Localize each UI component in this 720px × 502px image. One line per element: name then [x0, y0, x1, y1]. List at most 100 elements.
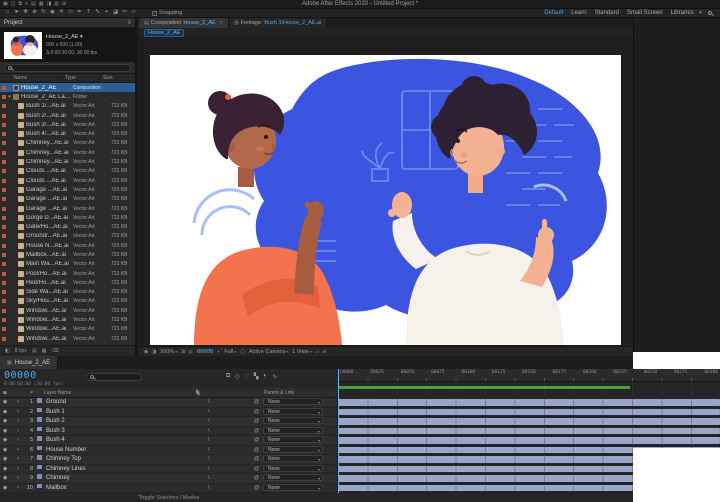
pickwhip-icon[interactable]: @	[254, 427, 259, 437]
timeline-layer-row[interactable]: ◉›6House Number\@None▾	[0, 446, 720, 456]
menu-icon[interactable]: ≡	[25, 2, 28, 7]
workspace-default[interactable]: Default	[544, 10, 563, 16]
layer-expander-icon[interactable]: ›	[17, 427, 19, 437]
layer-name[interactable]: House Number	[46, 446, 86, 456]
layer-color-chip[interactable]	[37, 436, 42, 441]
label-color-chip[interactable]	[2, 234, 6, 238]
label-color-chip[interactable]	[2, 327, 6, 331]
label-color-chip[interactable]	[2, 197, 6, 201]
layer-duration-bar[interactable]	[338, 409, 720, 416]
current-frame-counter[interactable]: 00000	[4, 370, 37, 381]
layer-expander-icon[interactable]: ›	[17, 417, 19, 427]
label-color-chip[interactable]	[2, 169, 6, 173]
comp-mini-flowchart-icon[interactable]: ⧉	[226, 373, 230, 380]
layer-duration-bar[interactable]	[338, 399, 720, 406]
project-row[interactable]: Chimney...AE.aiVector Art723 KB	[0, 139, 135, 148]
visibility-eye-icon[interactable]: ◉	[3, 408, 7, 418]
workspace-libraries[interactable]: Libraries	[671, 10, 694, 16]
visibility-eye-icon[interactable]: ◉	[3, 474, 7, 484]
pickwhip-icon[interactable]: @	[254, 417, 259, 427]
eraser-tool-icon[interactable]: ◪	[111, 10, 120, 16]
draft-3d-icon[interactable]: ◇	[235, 373, 240, 380]
visibility-eye-icon[interactable]: ◉	[3, 465, 7, 475]
parent-link-dropdown[interactable]: None▾	[263, 427, 323, 434]
project-row[interactable]: Mailbox...AE.aiVector Art723 KB	[0, 250, 135, 259]
project-row[interactable]: Window...AE.aiVector Art723 KB	[0, 334, 135, 343]
layer-name-column[interactable]: Layer Name	[44, 388, 71, 398]
parent-link-dropdown[interactable]: None▾	[263, 436, 323, 443]
label-color-chip[interactable]	[2, 262, 6, 266]
layer-track[interactable]	[338, 427, 720, 437]
expander-icon[interactable]: ▾	[6, 94, 13, 100]
layer-expander-icon[interactable]: ›	[17, 436, 19, 446]
quality-switch-icon[interactable]: \	[208, 408, 210, 418]
pen-tool-icon[interactable]: ✒	[75, 10, 84, 16]
project-row[interactable]: Pool/Ho...AE.aiVector Art723 KB	[0, 269, 135, 278]
workspace-search-icon[interactable]	[708, 11, 712, 15]
layer-expander-icon[interactable]: ›	[17, 474, 19, 484]
layer-track[interactable]	[338, 436, 720, 446]
split-icon[interactable]: ◨	[46, 2, 51, 7]
parent-link-dropdown[interactable]: None▾	[263, 474, 323, 481]
project-row[interactable]: Gate/Ho...AE.aiVector Art723 KB	[0, 222, 135, 231]
layer-name[interactable]: Bush 3	[46, 427, 65, 437]
preview-caret-icon[interactable]: ▾	[80, 34, 83, 40]
label-color-chip[interactable]	[2, 86, 6, 90]
parent-link-dropdown[interactable]: None▾	[263, 398, 323, 405]
layer-name[interactable]: Chimney Lines	[46, 465, 86, 475]
window-layout-icon[interactable]: ◫	[11, 2, 16, 7]
label-color-chip[interactable]	[2, 179, 6, 183]
view-layout-dropdown[interactable]: 1 View▾	[292, 349, 311, 355]
layer-duration-bar[interactable]	[338, 428, 720, 435]
graph-editor-icon[interactable]: ∿	[272, 373, 277, 380]
visibility-eye-icon[interactable]: ◉	[3, 417, 7, 427]
layer-expander-icon[interactable]: ›	[17, 408, 19, 418]
pickwhip-icon[interactable]: @	[254, 408, 259, 418]
pickwhip-icon[interactable]: @	[254, 436, 259, 446]
project-row[interactable]: Window...AE.aiVector Art723 KB	[0, 325, 135, 334]
quality-switch-icon[interactable]: \	[208, 465, 210, 475]
label-color-chip[interactable]	[2, 216, 6, 220]
panel-icon[interactable]: ▦	[39, 2, 44, 7]
project-row[interactable]: Bush 3/...AE.aiVector Art723 KB	[0, 120, 135, 129]
parent-link-dropdown[interactable]: None▾	[263, 446, 323, 453]
layer-color-chip[interactable]	[37, 455, 42, 460]
layer-duration-bar[interactable]	[338, 418, 720, 425]
grid-guides-icon[interactable]: ⊞	[181, 349, 185, 355]
motion-blur-icon[interactable]: ◐	[263, 373, 267, 380]
layer-name[interactable]: Ground	[46, 398, 66, 408]
layer-track[interactable]	[338, 408, 720, 418]
timeline-layer-row[interactable]: ◉›8Chimney Lines\@None▾	[0, 465, 720, 475]
label-color-chip[interactable]	[2, 272, 6, 276]
visibility-eye-icon[interactable]: ◉	[3, 427, 7, 437]
layer-color-chip[interactable]	[37, 417, 42, 422]
quality-switch-icon[interactable]: \	[208, 484, 210, 494]
parent-link-column[interactable]: Parent & Link	[264, 388, 294, 398]
resolution-dropdown[interactable]: Full▾	[224, 349, 236, 355]
project-row[interactable]: Red/Ho...AE.aiVector Art723 KB	[0, 278, 135, 287]
layer-color-chip[interactable]	[37, 398, 42, 403]
home-icon[interactable]: ⌂	[3, 10, 12, 16]
quality-switch-icon[interactable]: \	[208, 455, 210, 465]
camera-tool-icon[interactable]: ◉	[48, 10, 57, 16]
roto-brush-tool-icon[interactable]: ✄	[120, 10, 129, 16]
layer-name[interactable]: Bush 1	[46, 408, 65, 418]
quality-switch-icon[interactable]: \	[208, 398, 210, 408]
label-color-chip[interactable]	[2, 225, 6, 229]
region-of-interest-icon[interactable]: ▢	[240, 349, 245, 355]
pickwhip-icon[interactable]: @	[254, 446, 259, 456]
visibility-eye-icon[interactable]: ◉	[3, 484, 7, 494]
interpret-footage-icon[interactable]: ◧	[5, 348, 10, 354]
project-row[interactable]: Garage ...AE.aiVector Art723 KB	[0, 204, 135, 213]
plus-grid-icon[interactable]: ⊞	[62, 2, 66, 7]
type-tool-icon[interactable]: T	[84, 10, 93, 16]
timeline-layer-row[interactable]: ◉›4Bush 3\@None▾	[0, 427, 720, 437]
label-color-chip[interactable]	[2, 281, 6, 285]
bit-depth-button[interactable]: 8 bpc	[15, 348, 27, 354]
current-time-indicator[interactable]	[338, 369, 339, 493]
selection-tool-icon[interactable]: ➤	[12, 10, 21, 16]
fast-previews-icon[interactable]: ≋	[322, 349, 326, 355]
pickwhip-icon[interactable]: @	[254, 484, 259, 494]
layer-color-chip[interactable]	[37, 465, 42, 470]
label-color-chip[interactable]	[2, 309, 6, 313]
